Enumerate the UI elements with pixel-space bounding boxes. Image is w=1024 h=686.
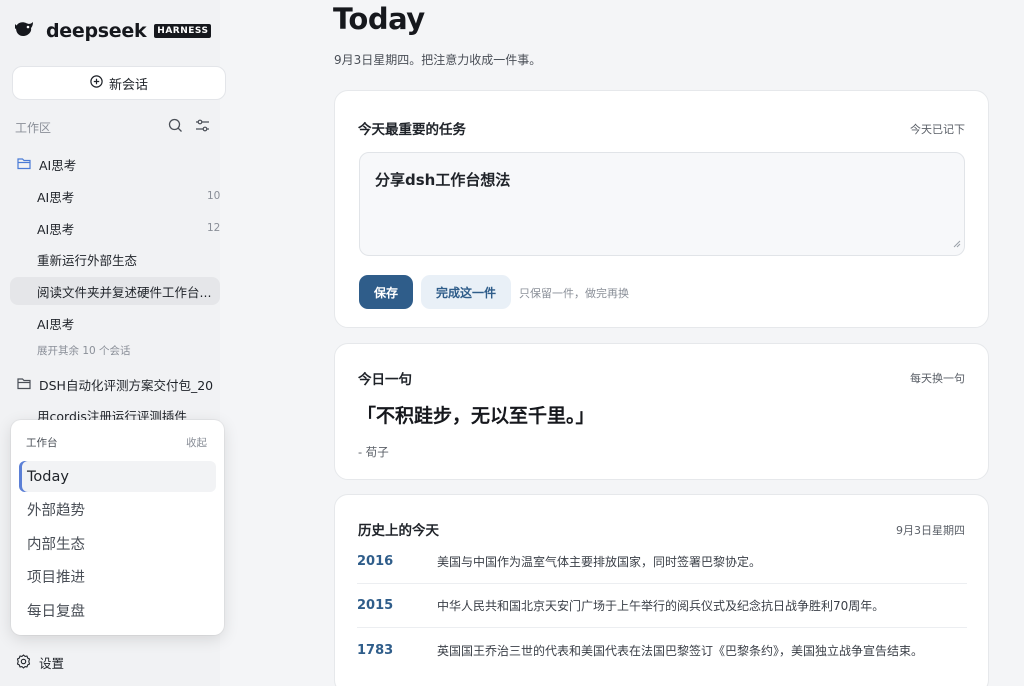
task-card: 今天最重要的任务 今天已记下 分享dsh工作台想法 保存 完成这一件 只保留一件… (334, 90, 989, 328)
quote-card-meta: 每天换一句 (910, 372, 965, 385)
folder-open-icon (17, 157, 32, 173)
settings-button[interactable]: 设置 (16, 653, 64, 672)
task-textarea[interactable]: 分享dsh工作台想法 (359, 152, 965, 256)
new-chat-button[interactable]: 新会话 (12, 66, 226, 100)
conversation-label: 阅读文件夹并复述硬件工作台... (37, 284, 212, 300)
complete-task-button[interactable]: 完成这一件 (421, 275, 511, 309)
history-row: 2016 美国与中国作为温室气体主要排放国家，同时签署巴黎协定。 (357, 540, 967, 584)
history-year: 1783 (357, 642, 394, 658)
save-button[interactable]: 保存 (359, 275, 413, 309)
conversation-item[interactable]: AI思考 12 (10, 214, 220, 242)
conversation-item-active[interactable]: 阅读文件夹并复述硬件工作台... (10, 277, 220, 305)
task-card-heading: 今天最重要的任务 (358, 122, 466, 138)
brand[interactable]: deepseek HARNESS (14, 20, 212, 42)
conversation-count: 12 (207, 222, 220, 234)
conversation-item[interactable]: 重新运行外部生态 (10, 245, 220, 273)
conversation-label: AI思考 (37, 221, 75, 237)
brand-badge: HARNESS (154, 24, 212, 38)
history-card: 历史上的今天 9月3日星期四 2016 美国与中国作为温室气体主要排放国家，同时… (334, 494, 989, 686)
expand-more-link[interactable]: 展开其余 10 个会话 (37, 343, 131, 358)
conversation-count: 10 (207, 190, 220, 202)
popover-title: 工作台 (26, 437, 58, 449)
resize-grip-icon[interactable] (953, 234, 961, 252)
history-event: 英国国王乔治三世的代表和美国代表在法国巴黎签订《巴黎条约》，美国独立战争宣告结束… (437, 643, 924, 658)
history-event: 中华人民共和国北京天安门广场于上午举行的阅兵仪式及纪念抗日战争胜利70周年。 (437, 599, 885, 613)
main-content: Today 9月3日星期四。把注意力收成一件事。 今天最重要的任务 今天已记下 … (220, 0, 1024, 686)
plus-circle-icon (90, 74, 103, 92)
folder-ai-thinking[interactable]: AI思考 (17, 155, 76, 174)
filter-settings-icon[interactable] (195, 118, 210, 137)
menu-item-external-trends[interactable]: 外部趋势 (19, 494, 216, 525)
menu-item-today[interactable]: Today (19, 461, 216, 492)
menu-item-daily-review[interactable]: 每日复盘 (19, 595, 216, 626)
history-year: 2015 (357, 598, 394, 613)
folder-label: AI思考 (39, 158, 77, 173)
quote-card: 今日一句 每天换一句 「不积跬步，无以至千里。」 - 荀子 (334, 343, 989, 480)
task-card-meta: 今天已记下 (910, 123, 965, 136)
conversation-label: AI思考 (37, 316, 75, 332)
menu-item-project-progress[interactable]: 项目推进 (19, 561, 216, 592)
history-row: 1783 英国国王乔治三世的代表和美国代表在法国巴黎签订《巴黎条约》，美国独立战… (357, 628, 967, 672)
history-year: 2016 (357, 554, 394, 569)
folder-icon (17, 377, 32, 393)
collapse-button[interactable]: 收起 (186, 435, 207, 450)
settings-label: 设置 (39, 656, 65, 671)
new-chat-label: 新会话 (108, 77, 148, 93)
menu-item-internal-ecosystem[interactable]: 内部生态 (19, 528, 216, 559)
conversation-item[interactable]: AI思考 10 (10, 182, 220, 210)
task-text: 分享dsh工作台想法 (375, 171, 511, 189)
history-card-meta: 9月3日星期四 (896, 524, 965, 537)
folder-label: DSH自动化评测方案交付包_20 (39, 378, 214, 393)
search-icon[interactable] (168, 118, 183, 137)
workspace-label: 工作区 (15, 120, 52, 135)
page-subtitle: 9月3日星期四。把注意力收成一件事。 (334, 53, 542, 67)
history-event: 美国与中国作为温室气体主要排放国家，同时签署巴黎协定。 (437, 555, 762, 569)
history-card-heading: 历史上的今天 (358, 523, 439, 539)
workspace-header: 工作区 (15, 118, 215, 136)
gear-icon (16, 653, 31, 672)
history-row: 2015 中华人民共和国北京天安门广场于上午举行的阅兵仪式及纪念抗日战争胜利70… (357, 584, 967, 628)
daily-quote: 「不积跬步，无以至千里。」 (357, 405, 595, 427)
conversation-item[interactable]: AI思考 (10, 309, 220, 337)
task-hint: 只保留一件，做完再换 (519, 287, 629, 300)
conversation-label: AI思考 (37, 189, 75, 205)
quote-card-heading: 今日一句 (358, 372, 412, 388)
whale-logo-icon (14, 20, 38, 42)
quote-author: - 荀子 (358, 445, 389, 459)
brand-name: deepseek (46, 20, 147, 42)
workbench-popover: 工作台 收起 Today 外部趋势 内部生态 项目推进 每日复盘 (11, 420, 224, 635)
page-title: Today (333, 2, 425, 36)
conversation-label: 重新运行外部生态 (37, 252, 138, 268)
folder-dsh[interactable]: DSH自动化评测方案交付包_20 (17, 375, 213, 394)
